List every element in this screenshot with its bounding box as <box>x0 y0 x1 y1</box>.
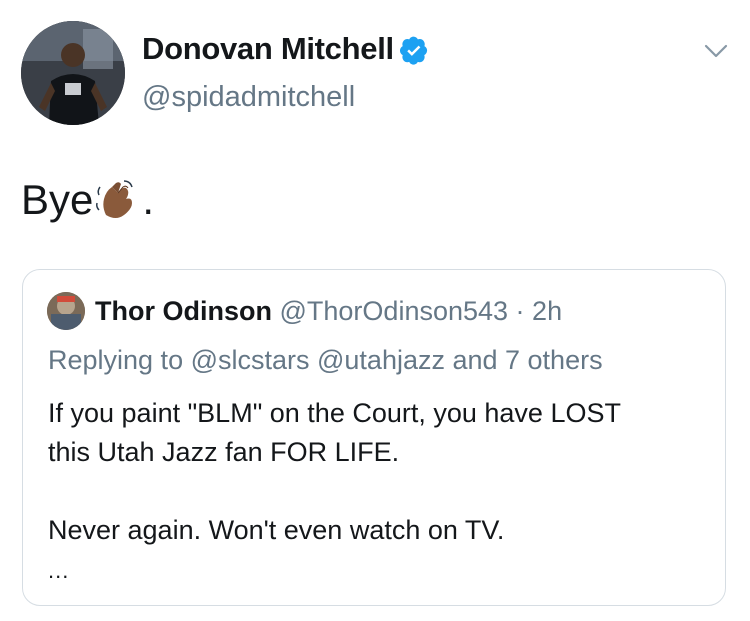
quoted-author-name[interactable]: Thor Odinson <box>95 296 272 326</box>
quoted-author-avatar[interactable] <box>47 292 85 330</box>
waving-hand-icon <box>96 180 134 218</box>
author-name[interactable]: Donovan Mitchell <box>142 31 394 67</box>
quoted-tweet-body: If you paint "BLM" on the Court, you hav… <box>48 394 718 550</box>
replying-to-text: Replying to @slcstars @utahjazz and 7 ot… <box>48 345 603 375</box>
verified-badge-icon <box>400 36 428 65</box>
chevron-down-icon[interactable] <box>703 42 729 60</box>
quoted-header: Thor Odinson @ThorOdinson543 · 2h <box>95 296 562 327</box>
tweet-text-period: . <box>142 176 155 223</box>
quoted-body-line: If you paint "BLM" on the Court, you hav… <box>48 398 621 428</box>
tweet-text-main: Bye <box>21 176 94 223</box>
author-handle[interactable]: @spidadmitchell <box>142 81 355 114</box>
quoted-tweet-card[interactable]: Thor Odinson @ThorOdinson543 · 2h Replyi… <box>22 269 726 606</box>
tweet-text: Bye . <box>21 176 154 224</box>
author-avatar[interactable] <box>21 21 125 125</box>
quoted-timestamp[interactable]: 2h <box>532 296 562 326</box>
quoted-separator: · <box>508 296 533 326</box>
quoted-body-line: Never again. Won't even watch on TV. <box>48 515 505 545</box>
quoted-author-handle[interactable]: @ThorOdinson543 <box>280 296 509 326</box>
quoted-body-line: this Utah Jazz fan FOR LIFE. <box>48 437 400 467</box>
quoted-ellipsis: ... <box>48 558 70 583</box>
